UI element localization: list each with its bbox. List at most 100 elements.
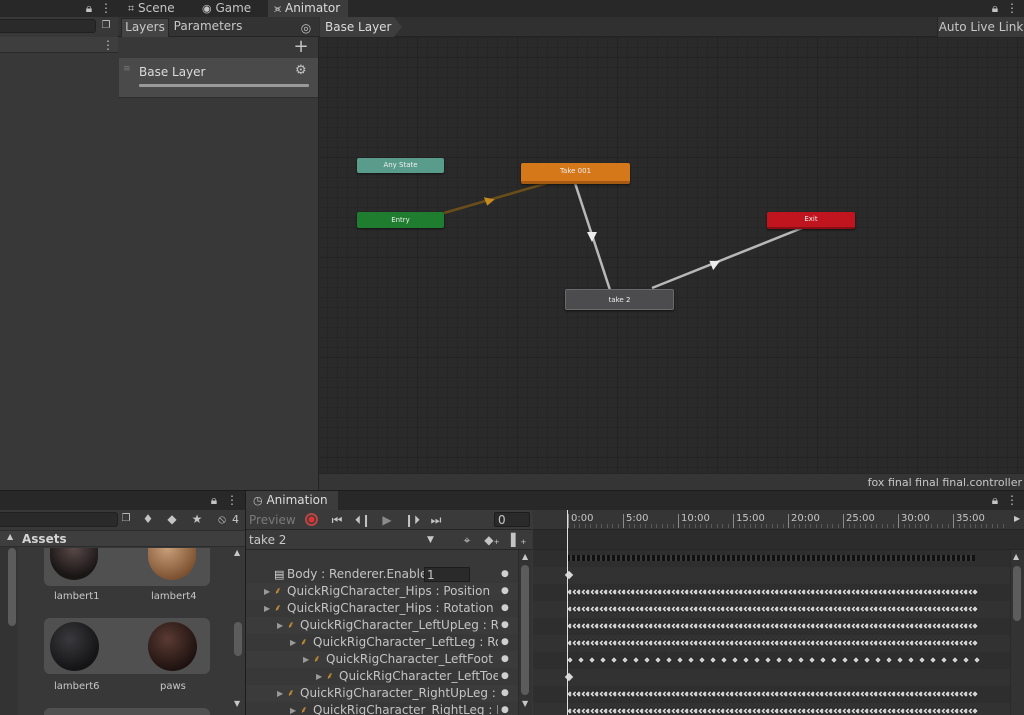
previous-keyframe-icon[interactable]: ⏴❙ bbox=[355, 513, 371, 527]
material-thumb-paws[interactable] bbox=[148, 622, 197, 671]
keyframe-diamond[interactable] bbox=[719, 655, 729, 665]
layer-item-base[interactable]: ≡ Base Layer ⚙ bbox=[119, 58, 318, 98]
filter-by-type-icon[interactable]: ♦ bbox=[141, 512, 155, 526]
keyframe-row[interactable] bbox=[533, 703, 1010, 715]
event-strip[interactable] bbox=[533, 530, 1024, 550]
property-row[interactable]: ▶ ⸙ QuickRigCharacter_Hips : Rotation ● bbox=[246, 600, 518, 617]
tab-parameters[interactable]: Parameters bbox=[172, 18, 244, 37]
animator-kebab-icon[interactable]: ⋮ bbox=[1006, 1, 1018, 15]
layer-weight-bar[interactable] bbox=[139, 84, 309, 87]
next-keyframe-icon[interactable]: ❙⏵ bbox=[404, 513, 420, 527]
add-event-icon[interactable]: ▌₊ bbox=[511, 533, 527, 547]
keyframe-diamond[interactable] bbox=[884, 655, 894, 665]
hierarchy-menu-icon[interactable]: ⋮ bbox=[102, 38, 114, 52]
keyframe-diamond[interactable] bbox=[576, 655, 586, 665]
play-icon[interactable]: ▶ bbox=[380, 513, 394, 527]
material-name[interactable]: lambert6 bbox=[54, 681, 100, 692]
keyframe-row[interactable] bbox=[533, 567, 1010, 584]
keyframe-diamond[interactable] bbox=[785, 655, 795, 665]
state-exit[interactable]: Exit bbox=[767, 212, 855, 229]
hierarchy-search-input[interactable] bbox=[0, 19, 96, 33]
lock-icon[interactable]: 🔒︎ bbox=[84, 1, 94, 15]
keyframe-diamond[interactable] bbox=[752, 655, 762, 665]
property-row[interactable]: ▶ ⸙ QuickRigCharacter_LeftUpLeg : Rotation… bbox=[246, 617, 518, 634]
keyframe-diamond[interactable] bbox=[961, 655, 971, 665]
tab-animator[interactable]: ⪤ Animator bbox=[268, 0, 348, 17]
filter-by-label-icon[interactable]: ◆ bbox=[165, 512, 179, 526]
property-row[interactable]: ▶ ⸙ QuickRigCharacter_Hips : Position ● bbox=[246, 583, 518, 600]
property-row[interactable]: ▶ ⸙ QuickRigCharacter_LeftToeBase● bbox=[246, 668, 518, 685]
keyframe-dot-icon[interactable]: ● bbox=[501, 702, 509, 715]
keyframe-diamond[interactable] bbox=[829, 655, 839, 665]
keyframe-diamond[interactable] bbox=[917, 655, 927, 665]
eye-icon[interactable]: ◎ bbox=[298, 21, 314, 35]
keyframe-diamond[interactable] bbox=[587, 655, 597, 665]
record-button[interactable] bbox=[305, 513, 318, 526]
property-value-input[interactable]: 1 bbox=[424, 567, 470, 582]
keyframe-diamond[interactable] bbox=[730, 655, 740, 665]
properties-scroll-down-icon[interactable]: ▼ bbox=[522, 699, 528, 708]
tab-game[interactable]: ◉ Game bbox=[196, 0, 257, 17]
hidden-packages-icon[interactable]: ⦸ bbox=[214, 512, 230, 526]
keyframe-row[interactable] bbox=[533, 652, 1010, 669]
expand-arrow-icon[interactable]: ▶ bbox=[264, 600, 270, 617]
scroll-right-icon[interactable]: ▶ bbox=[1014, 514, 1020, 523]
keyframe-diamond[interactable] bbox=[895, 655, 905, 665]
last-keyframe-icon[interactable]: ⏭ bbox=[428, 513, 444, 527]
breadcrumb[interactable]: Base Layer bbox=[320, 17, 402, 37]
expand-arrow-icon[interactable]: ▶ bbox=[290, 634, 296, 651]
keyframe-diamond[interactable] bbox=[653, 655, 663, 665]
keyframe-diamond[interactable] bbox=[862, 655, 872, 665]
material-name[interactable]: lambert4 bbox=[151, 591, 197, 602]
keyframe-row[interactable] bbox=[533, 550, 1010, 567]
keyframe-dot-icon[interactable]: ● bbox=[501, 685, 509, 702]
tab-layers[interactable]: Layers bbox=[121, 18, 169, 37]
animator-lock-icon[interactable]: 🔒︎ bbox=[990, 1, 1000, 15]
keyframe-diamond[interactable] bbox=[763, 655, 773, 665]
project-search-input[interactable] bbox=[0, 512, 118, 527]
clip-dropdown[interactable]: take 2 ▼ bbox=[246, 530, 442, 550]
expand-arrow-icon[interactable]: ▶ bbox=[290, 702, 296, 715]
transition-take2-exit[interactable] bbox=[651, 226, 803, 290]
keyframe-diamond[interactable] bbox=[675, 655, 685, 665]
property-row[interactable]: ▶ ⸙ QuickRigCharacter_LeftLeg : Rotation● bbox=[246, 634, 518, 651]
keyframe-diamond[interactable] bbox=[609, 655, 619, 665]
keyframe-diamond[interactable] bbox=[950, 655, 960, 665]
auto-live-link-button[interactable]: Auto Live Link bbox=[937, 17, 1024, 37]
keyframe-diamond[interactable] bbox=[774, 655, 784, 665]
search-toggle-icon[interactable]: ❐ bbox=[119, 512, 133, 526]
keyframe-row[interactable] bbox=[533, 618, 1010, 635]
keyframe-dot-icon[interactable]: ● bbox=[501, 566, 509, 583]
keyframe-diamond[interactable] bbox=[972, 655, 982, 665]
keyframe-diamond[interactable] bbox=[642, 655, 652, 665]
animation-kebab-icon[interactable]: ⋮ bbox=[1006, 493, 1018, 507]
state-take2[interactable]: take 2 bbox=[565, 289, 674, 310]
keyframe-row[interactable] bbox=[533, 686, 1010, 703]
keyframe-diamond[interactable] bbox=[697, 655, 707, 665]
keyframe-diamond[interactable] bbox=[928, 655, 938, 665]
state-any-state[interactable]: Any State bbox=[357, 158, 444, 173]
keyframe-diamond[interactable] bbox=[840, 655, 850, 665]
state-entry[interactable]: Entry bbox=[357, 212, 444, 228]
keyframe-row[interactable] bbox=[533, 584, 1010, 601]
keyframe-diamond[interactable] bbox=[818, 655, 828, 665]
playhead-line[interactable] bbox=[567, 510, 568, 715]
favorite-star-icon[interactable]: ★ bbox=[190, 512, 204, 526]
filter-selection-icon[interactable]: ⌖ bbox=[460, 533, 474, 547]
keyframe-dot-icon[interactable]: ● bbox=[501, 651, 509, 668]
add-keyframe-icon[interactable]: ◆₊ bbox=[484, 533, 500, 547]
state-graph-canvas[interactable]: Any State Entry Take 001 Exit take 2 bbox=[319, 37, 1024, 473]
keyframe-diamond[interactable] bbox=[686, 655, 696, 665]
material-name[interactable]: lambert1 bbox=[54, 591, 100, 602]
state-take001[interactable]: Take 001 bbox=[521, 163, 630, 184]
project-lock-icon[interactable]: 🔒︎ bbox=[209, 493, 219, 507]
tab-animation[interactable]: ◷ Animation bbox=[246, 491, 338, 510]
assets-scroll-up-icon[interactable]: ▲ bbox=[234, 548, 240, 557]
transition-entry-take001[interactable] bbox=[443, 180, 552, 215]
dopesheet-scrollbar-thumb[interactable] bbox=[1013, 566, 1021, 621]
keyframe-dot-icon[interactable]: ● bbox=[501, 617, 509, 634]
expand-arrow-icon[interactable]: ▶ bbox=[264, 583, 270, 600]
frame-input[interactable]: 0 bbox=[494, 512, 530, 527]
keyframe-dot-icon[interactable]: ● bbox=[501, 600, 509, 617]
expand-arrow-icon[interactable]: ▶ bbox=[303, 651, 309, 668]
